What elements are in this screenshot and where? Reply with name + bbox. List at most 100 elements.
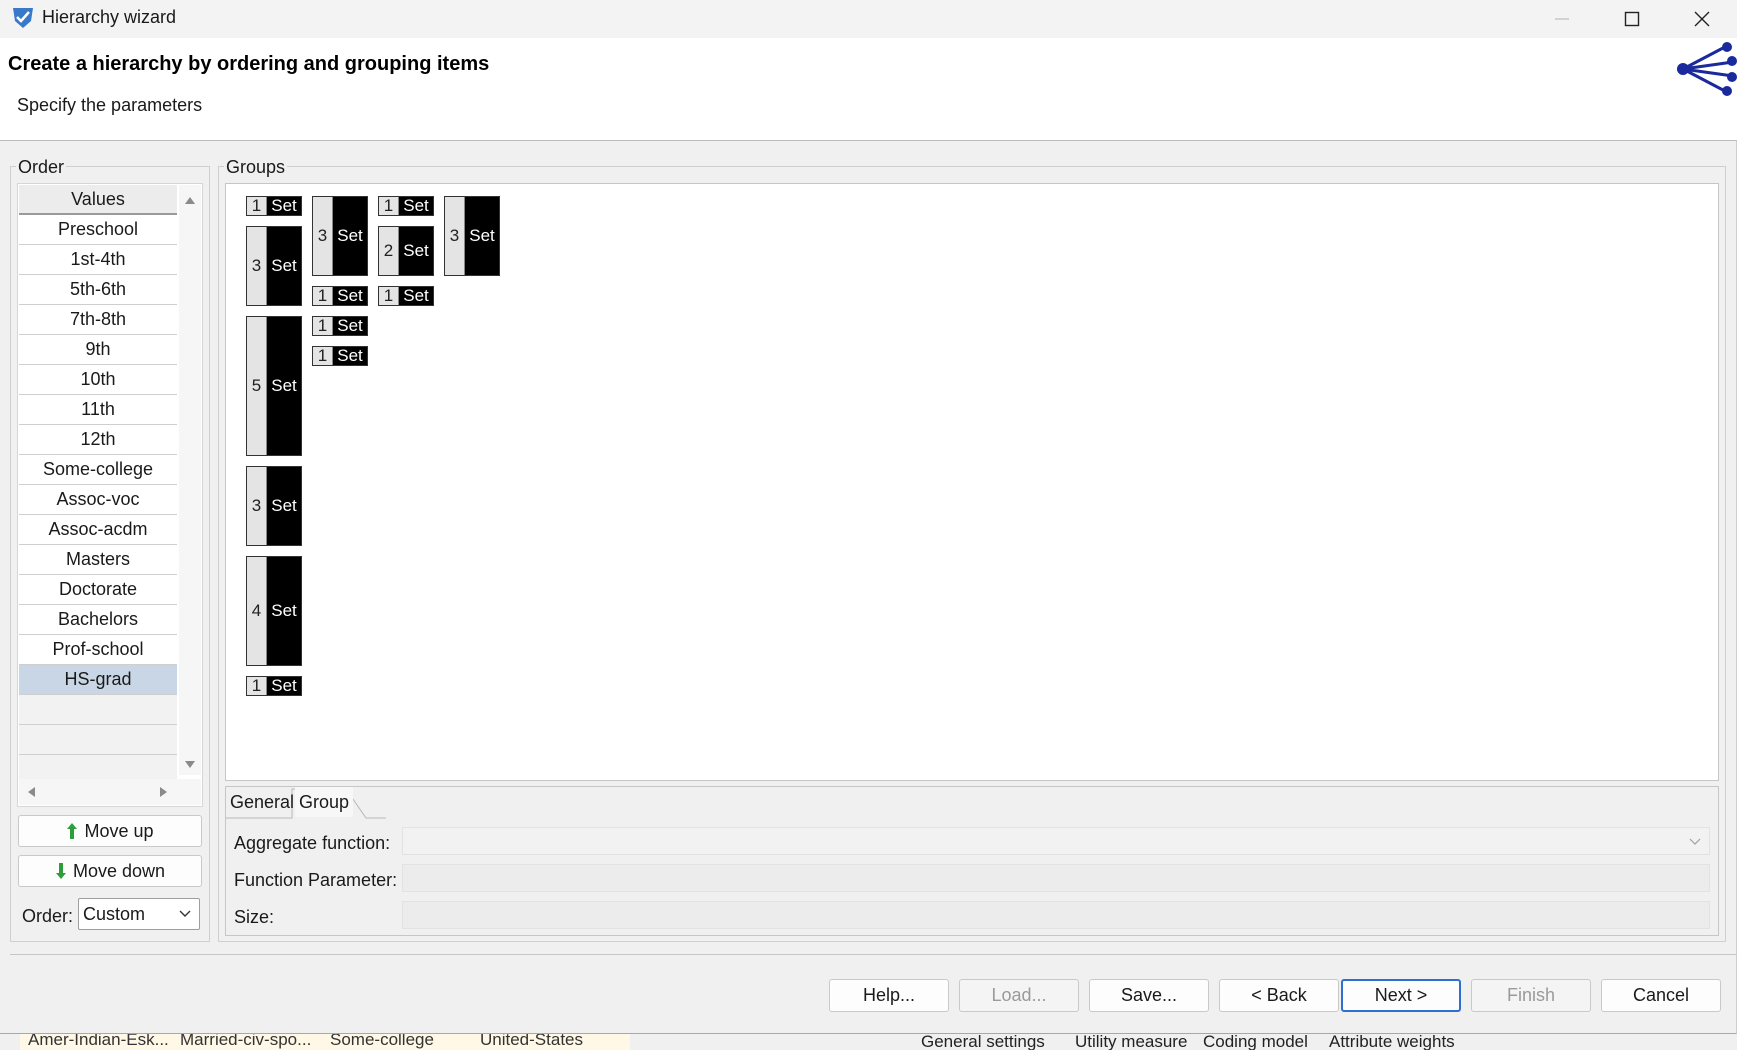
group-size: 1: [313, 286, 333, 305]
order-list-item[interactable]: HS-grad: [19, 665, 177, 695]
group-label: Set: [399, 196, 433, 215]
close-button[interactable]: [1667, 0, 1737, 38]
scroll-down-icon[interactable]: [184, 760, 196, 770]
finish-button[interactable]: Finish: [1471, 979, 1591, 1012]
background-tab[interactable]: Coding model: [1203, 1034, 1308, 1050]
group-label: Set: [333, 197, 367, 275]
save-button[interactable]: Save...: [1089, 979, 1209, 1012]
order-list-item[interactable]: 12th: [19, 425, 177, 455]
minimize-icon: [1555, 18, 1569, 20]
page-subtitle: Specify the parameters: [17, 95, 203, 115]
scroll-left-icon[interactable]: [26, 786, 36, 798]
hierarchy-group-block[interactable]: 3 Set: [246, 226, 302, 306]
move-down-label: Move down: [72, 860, 166, 881]
empty-list-row: [19, 695, 177, 725]
group-size: 1: [247, 196, 267, 215]
background-tab-bar: General settings Utility measure Coding …: [915, 1034, 1475, 1050]
group-size: 1: [313, 346, 333, 365]
hierarchy-group-block[interactable]: 1 Set: [312, 316, 368, 336]
chevron-down-icon: [1689, 838, 1701, 845]
group-label: Set: [267, 467, 301, 545]
background-tab[interactable]: Attribute weights: [1329, 1034, 1455, 1050]
tab-group[interactable]: Group: [295, 787, 354, 817]
order-list-item[interactable]: Preschool: [19, 215, 177, 245]
group-size: 2: [379, 227, 399, 275]
values-column-header[interactable]: Values: [19, 185, 177, 215]
order-list-item[interactable]: 11th: [19, 395, 177, 425]
hierarchy-group-block[interactable]: 3 Set: [246, 466, 302, 546]
group-size: 4: [247, 557, 267, 665]
load-button[interactable]: Load...: [959, 979, 1079, 1012]
move-up-button[interactable]: Move up: [18, 815, 202, 847]
hierarchy-group-block[interactable]: 4 Set: [246, 556, 302, 666]
background-tab[interactable]: General settings: [921, 1034, 1045, 1050]
background-cell: Some-college: [330, 1034, 434, 1049]
scroll-up-icon[interactable]: [184, 195, 196, 205]
order-list-item[interactable]: 7th-8th: [19, 305, 177, 335]
order-list-item[interactable]: Bachelors: [19, 605, 177, 635]
group-size: 5: [247, 317, 267, 455]
group-size: 3: [247, 467, 267, 545]
cancel-button[interactable]: Cancel: [1601, 979, 1721, 1012]
order-list-item[interactable]: Doctorate: [19, 575, 177, 605]
order-list-item[interactable]: Some-college: [19, 455, 177, 485]
hierarchy-group-block[interactable]: 5 Set: [246, 316, 302, 456]
hierarchy-group-block[interactable]: 1 Set: [246, 196, 302, 216]
background-table-row: Amer-Indian-Esk... Married-civ-spo... So…: [20, 1034, 630, 1050]
order-list-item[interactable]: Prof-school: [19, 635, 177, 665]
hierarchy-group-block[interactable]: 1 Set: [378, 286, 434, 306]
horizontal-scrollbar[interactable]: [19, 779, 201, 805]
background-tab[interactable]: Utility measure: [1075, 1034, 1187, 1050]
order-label: Order:: [22, 906, 74, 926]
order-list-item[interactable]: Masters: [19, 545, 177, 575]
size-field[interactable]: [402, 901, 1710, 929]
group-label: Set: [333, 346, 367, 365]
group-size: 3: [445, 197, 465, 275]
group-label: Set: [333, 316, 367, 335]
window-title: Hierarchy wizard: [42, 7, 177, 27]
maximize-button[interactable]: [1597, 0, 1667, 38]
next-button[interactable]: Next >: [1341, 979, 1461, 1012]
order-list-item[interactable]: Assoc-voc: [19, 485, 177, 515]
vertical-scrollbar[interactable]: [179, 185, 201, 775]
footer-separator: [10, 954, 1737, 955]
help-button[interactable]: Help...: [829, 979, 949, 1012]
tab-general[interactable]: General: [226, 787, 298, 817]
arrow-up-icon: [67, 823, 78, 839]
move-down-button[interactable]: Move down: [18, 855, 202, 887]
order-list-item[interactable]: 10th: [19, 365, 177, 395]
hierarchy-group-block[interactable]: 1 Set: [312, 286, 368, 306]
hierarchy-group-block[interactable]: 3 Set: [444, 196, 500, 276]
hierarchy-group-block[interactable]: 3 Set: [312, 196, 368, 276]
hierarchy-group-block[interactable]: 1 Set: [246, 676, 302, 696]
group-label: Set: [267, 317, 301, 455]
order-list-item[interactable]: 1st-4th: [19, 245, 177, 275]
hierarchy-group-block[interactable]: 1 Set: [312, 346, 368, 366]
scroll-right-icon[interactable]: [159, 786, 169, 798]
group-size: 1: [313, 316, 333, 335]
order-values-list[interactable]: Values Preschool 1st-4th 5th-6th 7th-8th 9th…: [17, 183, 203, 807]
minimize-button[interactable]: [1527, 0, 1597, 38]
group-size: 1: [379, 286, 399, 305]
order-list-item[interactable]: 9th: [19, 335, 177, 365]
order-select[interactable]: Custom: [78, 898, 200, 930]
order-list-item[interactable]: 5th-6th: [19, 275, 177, 305]
function-parameter-field[interactable]: [402, 864, 1710, 892]
order-list-item[interactable]: Assoc-acdm: [19, 515, 177, 545]
app-logo-icon: [13, 8, 33, 28]
group-label: Set: [267, 227, 301, 305]
groups-canvas[interactable]: 1 Set 3 Set 5 Set 3 Set 4 Set 1 Set 3 Set 1 Set 1 Set 1 Set…: [225, 183, 1719, 781]
title-bar[interactable]: Hierarchy wizard: [0, 0, 1737, 38]
group-label: Set: [399, 227, 433, 275]
order-values-column: Values Preschool 1st-4th 5th-6th 7th-8th 9th…: [19, 185, 177, 785]
hierarchy-group-block[interactable]: 1 Set: [378, 196, 434, 216]
aggregate-function-select[interactable]: [402, 827, 1710, 855]
group-size: 3: [313, 197, 333, 275]
back-button[interactable]: < Back: [1219, 979, 1339, 1012]
hierarchy-wizard-window: Hierarchy wizard Create a hierarchy by o…: [0, 0, 1737, 1034]
background-cell: United-States: [480, 1034, 583, 1049]
group-label: Set: [267, 557, 301, 665]
background-cell: Amer-Indian-Esk...: [28, 1034, 169, 1049]
hierarchy-group-block[interactable]: 2 Set: [378, 226, 434, 276]
group-size: 3: [247, 227, 267, 305]
